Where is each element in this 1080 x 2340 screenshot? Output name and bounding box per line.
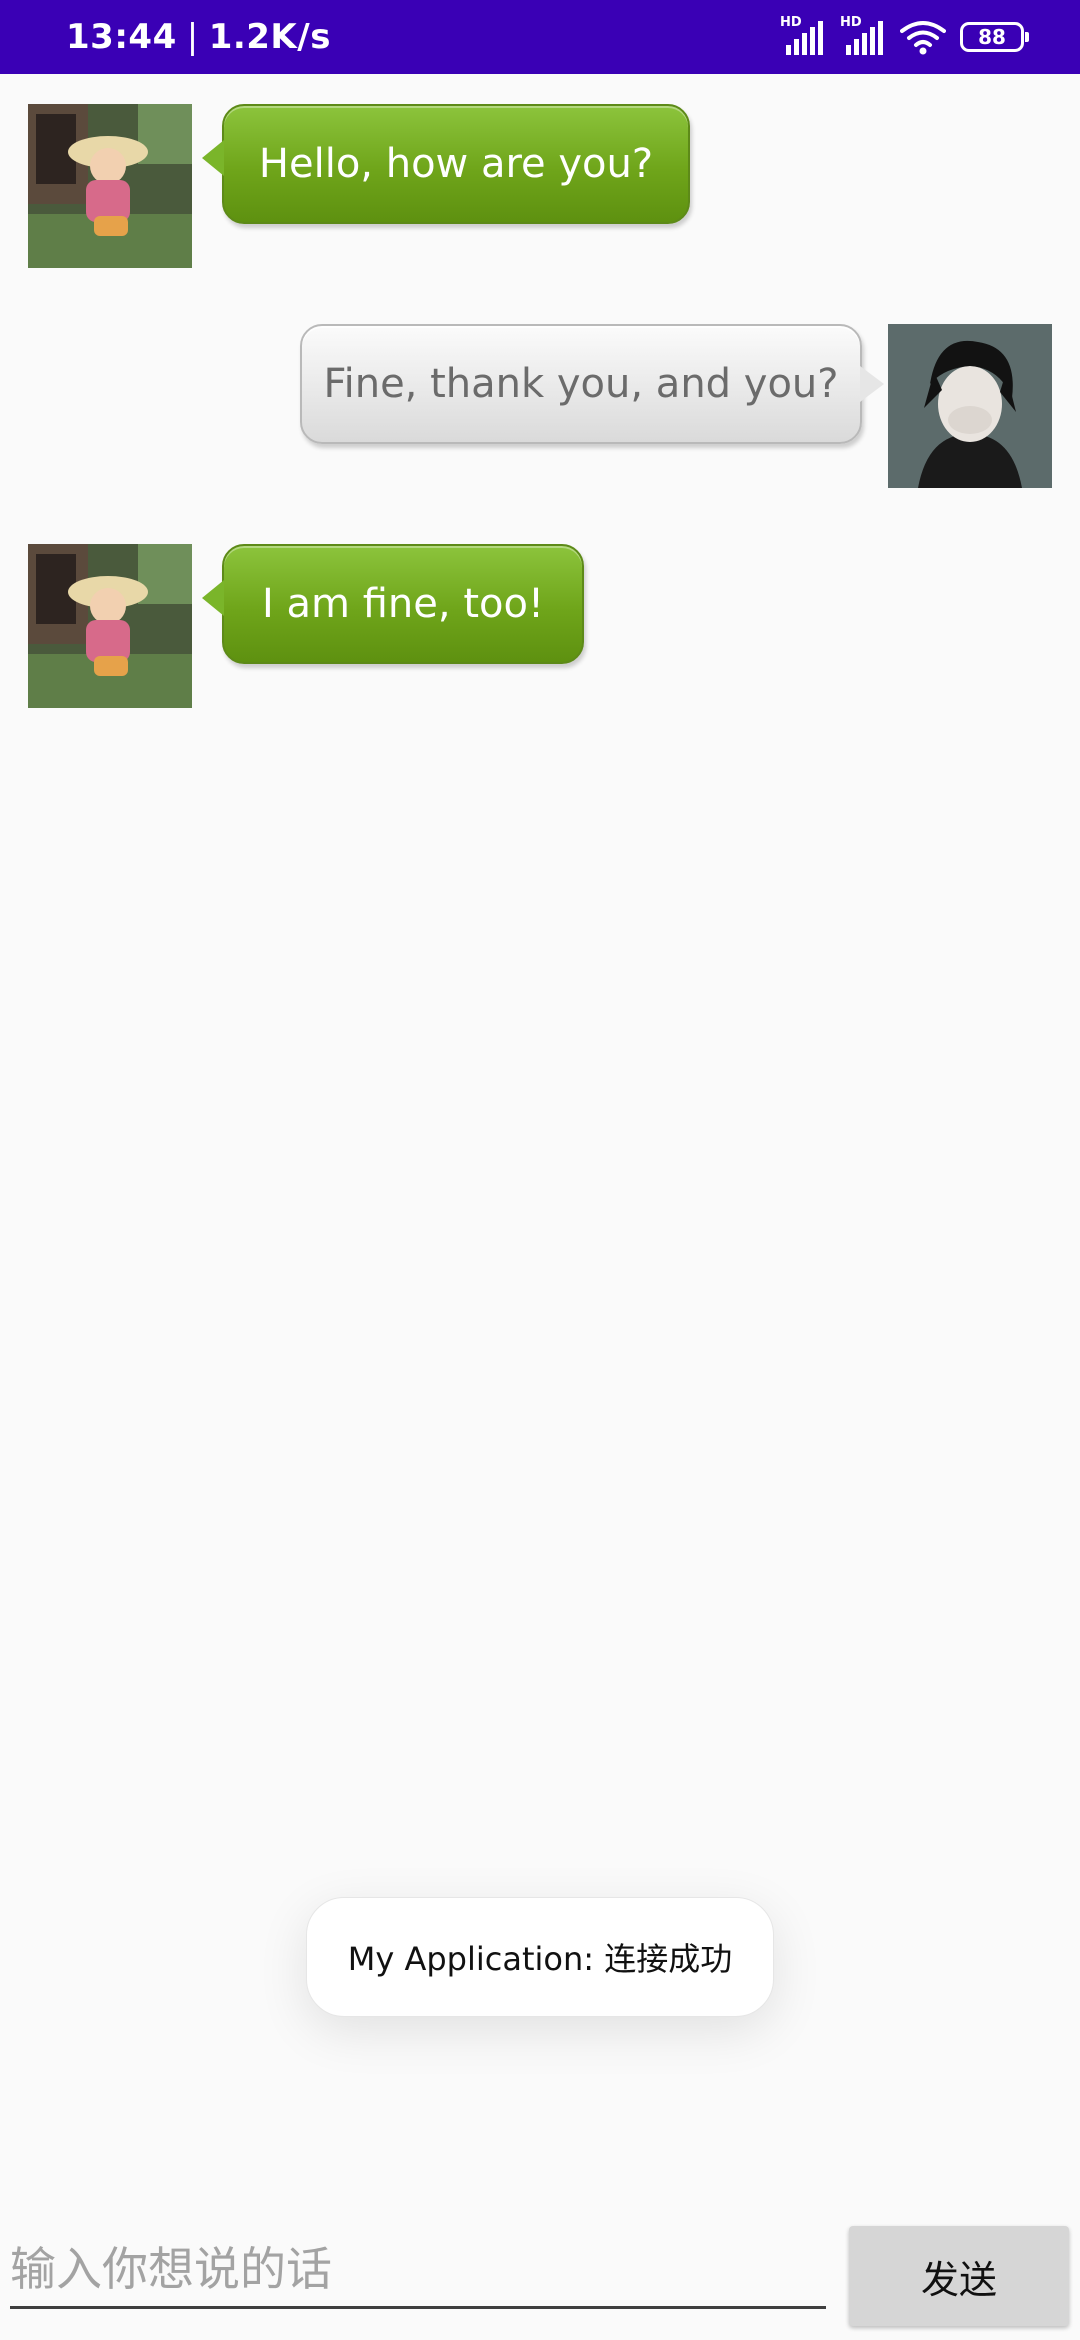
message-input-container	[10, 2232, 826, 2312]
message-text: I am fine, too!	[262, 581, 544, 627]
status-bar: 13:44 | 1.2K/s HD HD 88	[0, 0, 1080, 74]
status-icons: HD HD 88	[780, 0, 1029, 74]
user-avatar[interactable]	[888, 324, 1052, 488]
battery-icon: 88	[960, 22, 1029, 52]
message-text: Fine, thank you, and you?	[323, 361, 839, 407]
message-input[interactable]	[10, 2232, 826, 2309]
status-time: 13:44	[66, 17, 177, 57]
status-left: 13:44 | 1.2K/s	[66, 0, 331, 74]
status-separator: |	[186, 17, 199, 57]
contact-avatar[interactable]	[28, 104, 192, 268]
girl-avatar-image	[28, 104, 192, 268]
received-message-bubble[interactable]: Hello, how are you?	[202, 104, 690, 224]
toast-notification: My Application: 连接成功	[306, 1897, 774, 2017]
signal-sim1-icon: HD	[780, 15, 826, 57]
message-text: Hello, how are you?	[258, 141, 654, 187]
boy-avatar-image	[888, 324, 1052, 488]
toast-text: My Application: 连接成功	[347, 1940, 733, 1978]
send-button[interactable]: 发送	[849, 2226, 1069, 2326]
signal-sim2-icon: HD	[840, 15, 886, 57]
received-message-bubble[interactable]: I am fine, too!	[202, 544, 584, 664]
battery-level: 88	[978, 25, 1006, 49]
girl-avatar-image	[28, 544, 192, 708]
sent-message-bubble[interactable]: Fine, thank you, and you?	[300, 324, 884, 444]
contact-avatar[interactable]	[28, 544, 192, 708]
network-speed: 1.2K/s	[208, 17, 331, 57]
wifi-icon	[900, 21, 946, 55]
